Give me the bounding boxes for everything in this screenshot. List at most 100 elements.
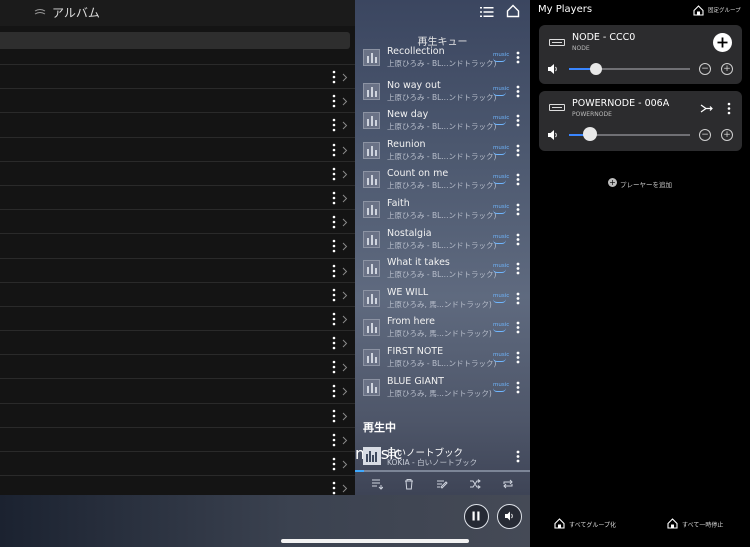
album-row[interactable] bbox=[0, 402, 355, 427]
more-options-icon[interactable] bbox=[331, 167, 337, 181]
more-options-icon[interactable] bbox=[515, 173, 521, 186]
more-options-icon[interactable] bbox=[331, 457, 337, 471]
queue-item[interactable]: No way out 上原ひろみ - BL...ンドトラック) music bbox=[355, 80, 530, 109]
album-search-bar[interactable] bbox=[0, 32, 350, 49]
more-options-icon[interactable] bbox=[331, 312, 337, 326]
now-playing-item[interactable]: 白いノートブック KOKIA - 白いノートブック music bbox=[355, 444, 530, 472]
more-options-icon[interactable] bbox=[515, 114, 521, 127]
chevron-right-icon bbox=[342, 97, 348, 106]
volume-up-button[interactable]: + bbox=[721, 63, 733, 75]
more-options-icon[interactable] bbox=[515, 85, 521, 98]
repeat-icon[interactable] bbox=[502, 478, 514, 490]
more-options-icon[interactable] bbox=[515, 233, 521, 246]
home-icon[interactable] bbox=[506, 4, 520, 18]
speaker-icon[interactable] bbox=[547, 129, 559, 141]
volume-up-button[interactable]: + bbox=[721, 129, 733, 141]
more-options-icon[interactable] bbox=[331, 239, 337, 253]
more-options-icon[interactable] bbox=[331, 288, 337, 302]
queue-item[interactable]: FIRST NOTE 上原ひろみ - BL...ンドトラック) music bbox=[355, 346, 530, 375]
more-options-icon[interactable] bbox=[331, 191, 337, 205]
album-panel: アルバム bbox=[0, 0, 355, 547]
queue-item[interactable]: What it takes 上原ひろみ - BL...ンドトラック) music bbox=[355, 257, 530, 286]
queue-item[interactable]: Nostalgia 上原ひろみ - BL...ンドトラック) music bbox=[355, 228, 530, 257]
album-row[interactable] bbox=[0, 209, 355, 233]
more-options-icon[interactable] bbox=[331, 360, 337, 374]
album-row[interactable] bbox=[0, 233, 355, 257]
more-options-icon[interactable] bbox=[515, 144, 521, 157]
more-options-icon[interactable] bbox=[515, 450, 521, 463]
volume-slider[interactable] bbox=[569, 68, 690, 70]
player-card-node[interactable]: NODE - CCC0 NODE − + bbox=[539, 25, 742, 84]
track-title: New day bbox=[387, 109, 429, 121]
volume-knob[interactable] bbox=[589, 63, 602, 75]
more-options-icon[interactable] bbox=[515, 292, 521, 305]
more-options-icon[interactable] bbox=[726, 102, 732, 115]
more-options-icon[interactable] bbox=[331, 481, 337, 495]
album-row[interactable] bbox=[0, 64, 355, 88]
volume-button[interactable] bbox=[497, 504, 522, 529]
album-row[interactable] bbox=[0, 354, 355, 378]
track-artwork bbox=[363, 289, 380, 307]
album-row[interactable] bbox=[0, 184, 355, 209]
album-row[interactable] bbox=[0, 451, 355, 475]
edit-list-icon[interactable] bbox=[436, 478, 448, 490]
album-row[interactable] bbox=[0, 160, 355, 185]
queue-item[interactable]: Reunion 上原ひろみ - BL...ンドトラック) music bbox=[355, 139, 530, 168]
more-options-icon[interactable] bbox=[515, 321, 521, 334]
add-button[interactable] bbox=[713, 33, 732, 52]
album-row[interactable] bbox=[0, 305, 355, 330]
more-options-icon[interactable] bbox=[331, 264, 337, 278]
more-options-icon[interactable] bbox=[331, 143, 337, 157]
now-playing-label: 再生中 bbox=[363, 421, 396, 434]
more-options-icon[interactable] bbox=[331, 336, 337, 350]
queue-item[interactable]: Faith 上原ひろみ - BL...ンドトラック) music bbox=[355, 198, 530, 227]
queue-item[interactable]: BLUE GIANT 上原ひろみ, 馬...ンドトラック) music bbox=[355, 376, 530, 405]
pause-button[interactable] bbox=[464, 504, 489, 529]
queue-item[interactable]: New day 上原ひろみ - BL...ンドトラック) music bbox=[355, 109, 530, 138]
speaker-icon[interactable] bbox=[547, 63, 559, 75]
more-options-icon[interactable] bbox=[331, 433, 337, 447]
volume-down-button[interactable]: − bbox=[699, 63, 711, 75]
track-title: FIRST NOTE bbox=[387, 346, 444, 357]
more-options-icon[interactable] bbox=[515, 51, 521, 64]
queue-list-icon[interactable] bbox=[371, 478, 383, 490]
album-row[interactable] bbox=[0, 257, 355, 282]
track-title: Reunion bbox=[387, 138, 426, 150]
more-options-icon[interactable] bbox=[515, 381, 521, 394]
back-icon[interactable] bbox=[34, 8, 46, 16]
source-badge: music bbox=[493, 233, 510, 244]
trash-icon[interactable] bbox=[403, 478, 415, 490]
list-icon[interactable] bbox=[480, 6, 494, 18]
more-options-icon[interactable] bbox=[331, 70, 337, 84]
album-row[interactable] bbox=[0, 88, 355, 112]
album-row[interactable] bbox=[0, 330, 355, 354]
album-row[interactable] bbox=[0, 378, 355, 402]
album-row[interactable] bbox=[0, 426, 355, 451]
volume-knob[interactable] bbox=[582, 127, 597, 141]
queue-item[interactable]: From here 上原ひろみ, 馬...ンドトラック) music bbox=[355, 316, 530, 345]
volume-down-button[interactable]: − bbox=[699, 129, 711, 141]
source-badge: music bbox=[493, 85, 510, 96]
more-options-icon[interactable] bbox=[331, 215, 337, 229]
fixed-group-button[interactable]: 固定グループ bbox=[693, 5, 749, 17]
chevron-right-icon bbox=[342, 170, 348, 179]
shuffle-icon[interactable] bbox=[469, 478, 481, 490]
group-merge-icon[interactable] bbox=[700, 103, 713, 114]
track-subtitle: 上原ひろみ - BL...ンドトラック) bbox=[387, 122, 497, 132]
album-row[interactable] bbox=[0, 281, 355, 306]
more-options-icon[interactable] bbox=[331, 118, 337, 132]
more-options-icon[interactable] bbox=[331, 384, 337, 398]
more-options-icon[interactable] bbox=[515, 262, 521, 275]
more-options-icon[interactable] bbox=[515, 203, 521, 216]
album-row[interactable] bbox=[0, 136, 355, 161]
chevron-right-icon bbox=[342, 484, 348, 493]
album-row[interactable] bbox=[0, 112, 355, 136]
queue-item[interactable]: WE WILL 上原ひろみ, 馬...ンドトラック) music bbox=[355, 287, 530, 316]
more-options-icon[interactable] bbox=[331, 94, 337, 108]
queue-item[interactable]: Recollection 上原ひろみ - BL...ンドトラック) music bbox=[355, 46, 530, 75]
more-options-icon[interactable] bbox=[515, 351, 521, 364]
playback-progress[interactable] bbox=[355, 470, 530, 472]
player-card-powernode[interactable]: POWERNODE - 006A POWERNODE − + bbox=[539, 91, 742, 151]
more-options-icon[interactable] bbox=[331, 409, 337, 423]
queue-item[interactable]: Count on me 上原ひろみ - BL...ンドトラック) music bbox=[355, 168, 530, 197]
